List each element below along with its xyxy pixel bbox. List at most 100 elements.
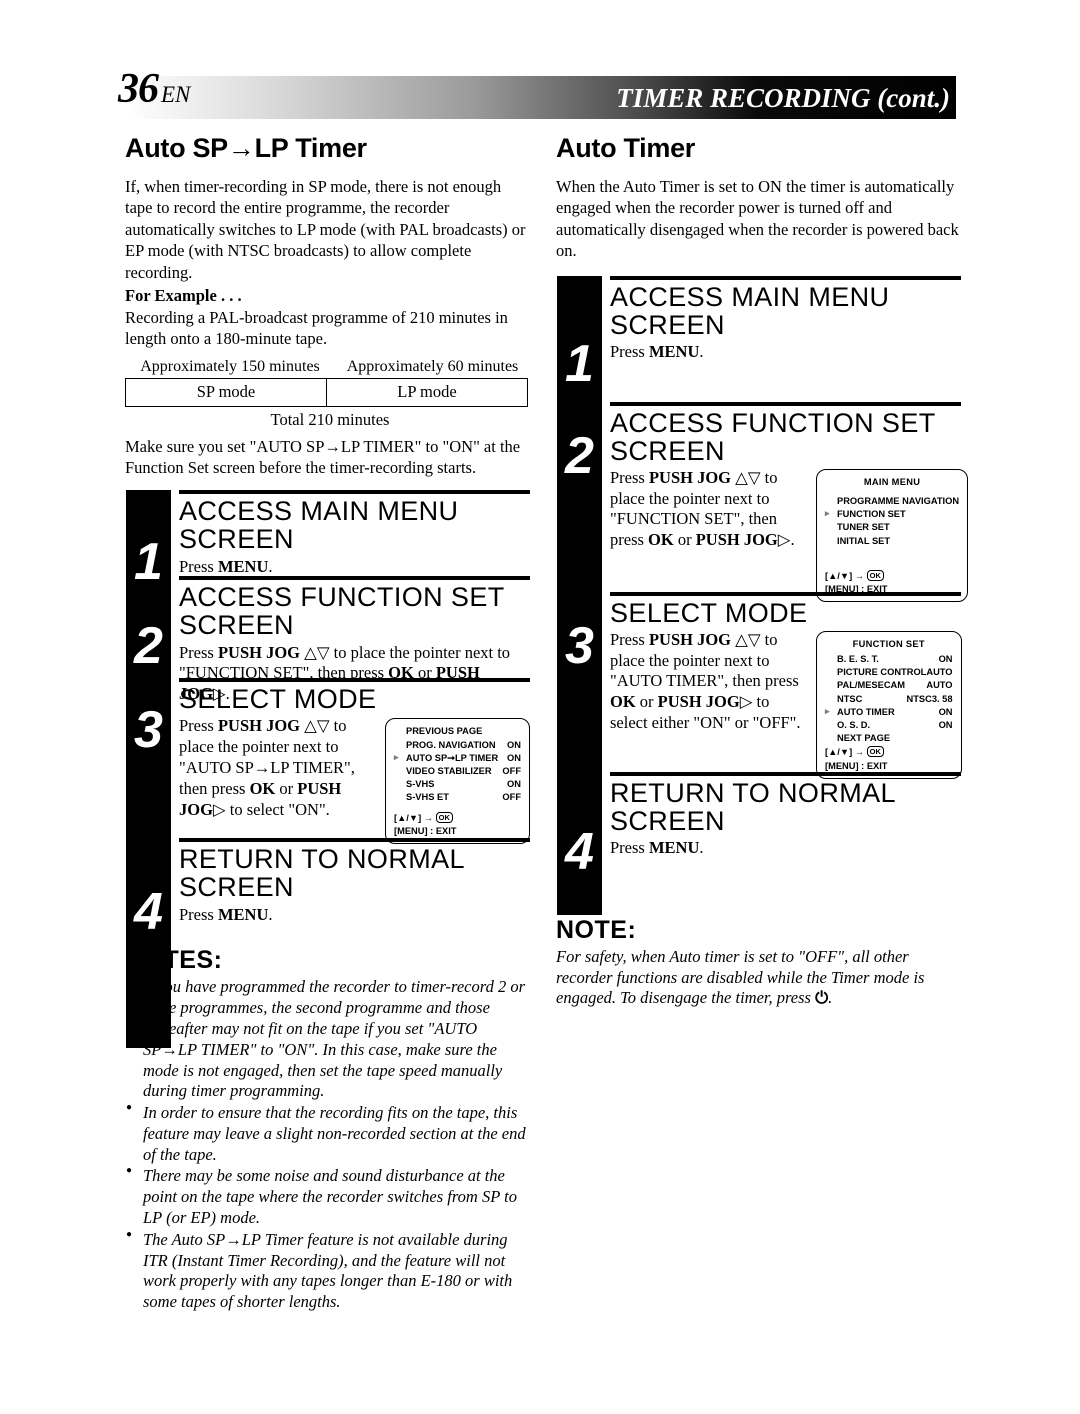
pointer-icon — [825, 536, 834, 545]
header-title: TIMER RECORDING (cont.) — [616, 83, 950, 113]
osd-row[interactable]: S-VHS ON — [394, 778, 521, 791]
osd-row[interactable]: B. E. S. T. ON — [825, 653, 953, 666]
right-step-3-body: Press PUSH JOG △▽ to place the pointer n… — [610, 629, 801, 732]
page-language-code: EN — [161, 82, 191, 107]
example-table: SP mode LP mode — [125, 377, 528, 407]
osd-row-label: PICTURE CONTROL — [837, 667, 927, 678]
note-item: The Auto SP→LP Timer feature is not avai… — [125, 1229, 530, 1313]
step-2-heading: ACCESS FUNCTION SET SCREEN — [179, 582, 505, 641]
right-step-1-heading: ACCESS MAIN MENU SCREEN — [610, 281, 890, 340]
step-4-body-suffix: . — [268, 904, 273, 924]
osd-footer-nav: [▲/▼] → — [825, 570, 865, 581]
note-text-after: . — [828, 988, 833, 1008]
osd-row-label: PROG. NAVIGATION — [406, 739, 496, 750]
step-1-body-suffix: . — [268, 556, 273, 576]
osd-row-value: ON — [938, 654, 953, 665]
pointer-icon — [394, 766, 403, 775]
osd-footer: [▲/▼] → OK [MENU] : EXIT — [394, 811, 521, 838]
right-step-1-suffix: . — [699, 341, 704, 361]
osd-row[interactable]: PREVIOUS PAGE — [394, 725, 521, 738]
osd-row[interactable]: PICTURE CONTROL AUTO — [825, 666, 953, 679]
step-number-3: 3 — [134, 701, 163, 760]
right-step-4: 4 RETURN TO NORMAL SCREEN Press MENU. — [549, 771, 961, 892]
pointer-icon — [394, 740, 403, 749]
notes-section: NOTES: If you have programmed the record… — [118, 946, 530, 1313]
ok-icon: OK — [435, 811, 453, 823]
pointer-icon — [825, 733, 834, 742]
step-3-heading: SELECT MODE — [179, 684, 377, 715]
step-divider — [179, 576, 530, 581]
osd-rows: B. E. S. T. ON PICTURE CONTROL AUTO PAL/… — [825, 653, 953, 745]
step-divider — [610, 771, 961, 776]
step-3-body: Press PUSH JOG △▽ to place the pointer n… — [179, 716, 355, 819]
osd-row[interactable]: NEXT PAGE — [825, 732, 953, 745]
osd-row-value: AUTO — [926, 680, 953, 691]
pointer-icon: ▸ — [825, 508, 830, 519]
osd-function-set: FUNCTION SET B. E. S. T. ON PICTURE CONT… — [816, 630, 962, 779]
osd-title: MAIN MENU — [863, 476, 921, 487]
power-icon: ⏻ — [815, 988, 829, 1008]
step-divider — [610, 401, 961, 406]
osd-row-label: NTSC — [837, 693, 863, 704]
right-step-2-body: Press PUSH JOG △▽ to place the pointer n… — [610, 467, 795, 550]
for-example-label: For Example . . . — [125, 286, 242, 306]
step-1-heading: ACCESS MAIN MENU SCREEN — [179, 496, 459, 555]
osd-row-label: PROGRAMME NAVIGATION — [837, 496, 960, 507]
pointer-icon — [394, 779, 403, 788]
notes-heading: NOTES: — [125, 946, 223, 975]
pointer-icon — [825, 694, 834, 703]
example-cell-sp-mode: SP mode — [126, 378, 327, 406]
osd-footer-nav: [▲/▼] → — [825, 747, 865, 758]
osd-row-value: ON — [507, 779, 521, 790]
osd-row[interactable]: O. S. D. ON — [825, 719, 953, 732]
osd-function-set-page2: PREVIOUS PAGE PROG. NAVIGATION ON ▸ AUTO… — [385, 718, 530, 844]
osd-row-label: TUNER SET — [837, 522, 890, 533]
osd-row-label: VIDEO STABILIZER — [406, 766, 492, 777]
osd-row-label: PAL/MESECAM — [837, 680, 906, 691]
osd-row-value: AUTO — [926, 667, 953, 678]
ok-icon: OK — [866, 569, 884, 581]
pointer-icon — [394, 726, 403, 735]
example-paragraph: Recording a PAL-broadcast programme of 2… — [125, 307, 508, 349]
osd-row[interactable]: INITIAL SET — [825, 535, 959, 548]
osd-row[interactable]: TUNER SET — [825, 521, 959, 534]
pointer-icon: ▸ — [394, 751, 399, 762]
example-cell-lp-mode: LP mode — [397, 381, 457, 401]
osd-row[interactable]: VIDEO STABILIZER OFF — [394, 765, 521, 778]
pointer-icon — [825, 654, 834, 663]
step-4: 4 RETURN TO NORMAL SCREEN Press MENU. — [118, 838, 530, 938]
osd-row[interactable]: NTSC NTSC3. 58 — [825, 693, 953, 706]
notes-list: If you have programmed the recorder to t… — [125, 976, 530, 1313]
osd-row-label: NEXT PAGE — [837, 733, 891, 744]
step-4-body-prefix: Press — [179, 904, 218, 924]
right-step-4-body: Press MENU. — [610, 838, 961, 859]
osd-rows: PREVIOUS PAGE PROG. NAVIGATION ON ▸ AUTO… — [394, 725, 521, 804]
pointer-icon: ▸ — [825, 705, 830, 716]
right-step-3-heading: SELECT MODE — [610, 597, 808, 628]
osd-row-label: AUTO SP➞LP TIMER — [406, 752, 499, 763]
osd-row-value: OFF — [502, 766, 521, 777]
step-1: 1 ACCESS MAIN MENU SCREEN Press MENU. — [118, 490, 530, 588]
step-4-heading: RETURN TO NORMAL SCREEN — [179, 844, 464, 903]
osd-rows: PROGRAMME NAVIGATION ▸ FUNCTION SET TUNE… — [825, 495, 959, 548]
right-step-2-heading: ACCESS FUNCTION SET SCREEN — [610, 407, 936, 466]
osd-row-label: INITIAL SET — [837, 535, 891, 546]
osd-row-value: OFF — [502, 792, 521, 803]
osd-row-selected[interactable]: ▸ AUTO SP➞LP TIMER ON — [394, 752, 521, 765]
osd-row[interactable]: PROG. NAVIGATION ON — [394, 739, 521, 752]
osd-row-selected[interactable]: ▸ FUNCTION SET — [825, 508, 959, 521]
intro-paragraph: If, when timer-recording in SP mode, the… — [125, 177, 526, 282]
step-divider — [610, 591, 961, 596]
osd-row[interactable]: PAL/MESECAM AUTO — [825, 679, 953, 692]
osd-row[interactable]: S-VHS ET OFF — [394, 791, 521, 804]
step-3: 3 SELECT MODE Press PUSH JOG △▽ to place… — [118, 678, 530, 844]
left-steps-group: 1 ACCESS MAIN MENU SCREEN Press MENU. 2 … — [118, 490, 530, 1049]
note-item: If you have programmed the recorder to t… — [125, 976, 530, 1102]
osd-row-selected[interactable]: ▸ AUTO TIMER ON — [825, 706, 953, 719]
pointer-icon — [825, 680, 834, 689]
osd-row-value: ON — [938, 706, 953, 717]
right-steps-group: 1 ACCESS MAIN MENU SCREEN Press MENU. 2 … — [549, 275, 969, 915]
right-step-number-2: 2 — [565, 426, 594, 485]
right-step-1-body: Press MENU. — [610, 342, 961, 363]
osd-row[interactable]: PROGRAMME NAVIGATION — [825, 495, 959, 508]
